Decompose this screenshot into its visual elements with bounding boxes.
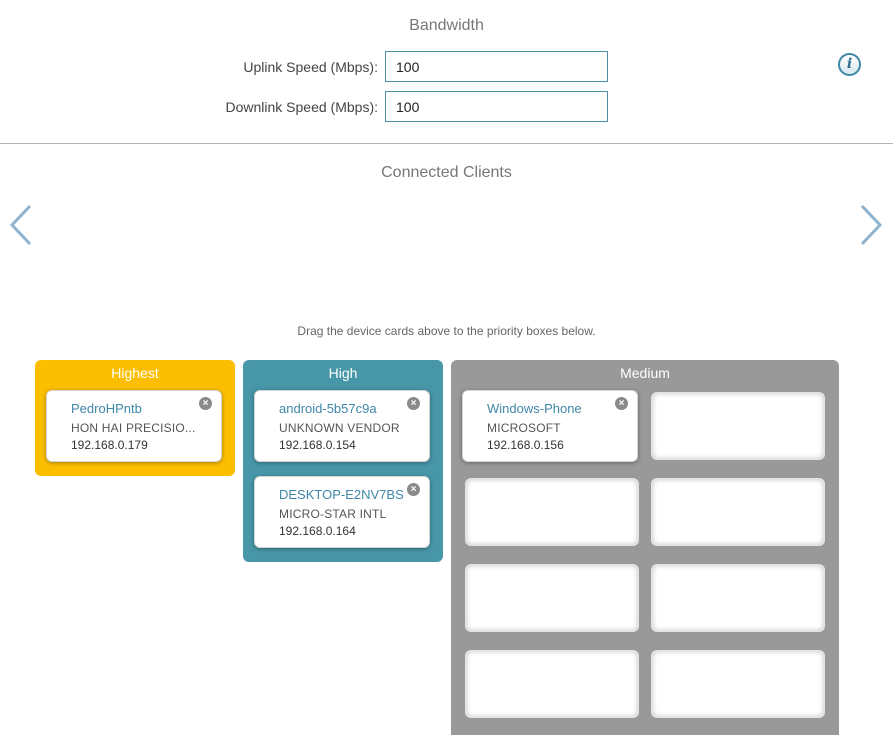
device-vendor: MICROSOFT: [487, 421, 561, 435]
priority-title-medium: Medium: [620, 365, 670, 381]
priority-title-highest: Highest: [111, 365, 159, 381]
info-icon[interactable]: i: [838, 53, 861, 76]
device-vendor: MICRO-STAR INTL: [279, 507, 387, 521]
priority-box-highest[interactable]: Highest PedroHPntb × HON HAI PRECISIO...…: [35, 360, 235, 476]
device-card[interactable]: DESKTOP-E2NV7BS × MICRO-STAR INTL 192.16…: [254, 476, 430, 548]
empty-slot[interactable]: [651, 478, 825, 546]
priority-box-medium[interactable]: Medium Windows-Phone × MICROSOFT 192.168…: [451, 360, 839, 735]
close-circle-icon[interactable]: ×: [199, 397, 212, 410]
empty-slot[interactable]: [651, 564, 825, 632]
downlink-speed-label: Downlink Speed (Mbps):: [225, 99, 378, 115]
device-ip: 192.168.0.156: [487, 438, 564, 452]
connected-clients-title: Connected Clients: [381, 164, 512, 181]
device-name: DESKTOP-E2NV7BS: [279, 487, 404, 502]
priority-box-high[interactable]: High android-5b57c9a × UNKNOWN VENDOR 19…: [243, 360, 443, 562]
device-vendor: HON HAI PRECISIO...: [71, 421, 196, 435]
downlink-speed-input[interactable]: [385, 91, 608, 122]
device-ip: 192.168.0.179: [71, 438, 148, 452]
chevron-left-icon[interactable]: [8, 203, 34, 247]
priority-title-high: High: [328, 365, 358, 381]
close-circle-icon[interactable]: ×: [407, 397, 420, 410]
close-circle-icon[interactable]: ×: [407, 483, 420, 496]
empty-slot[interactable]: [465, 478, 639, 546]
device-ip: 192.168.0.164: [279, 524, 356, 538]
device-name: Windows-Phone: [487, 401, 582, 416]
section-divider: [0, 143, 893, 144]
bandwidth-title: Bandwidth: [409, 17, 484, 34]
device-card[interactable]: PedroHPntb × HON HAI PRECISIO... 192.168…: [46, 390, 222, 462]
device-card[interactable]: Windows-Phone × MICROSOFT 192.168.0.156: [462, 390, 638, 462]
device-card[interactable]: android-5b57c9a × UNKNOWN VENDOR 192.168…: [254, 390, 430, 462]
device-name: android-5b57c9a: [279, 401, 377, 416]
empty-slot[interactable]: [465, 650, 639, 718]
chevron-right-icon[interactable]: [858, 203, 884, 247]
empty-slot[interactable]: [465, 564, 639, 632]
device-vendor: UNKNOWN VENDOR: [279, 421, 400, 435]
empty-slot[interactable]: [651, 650, 825, 718]
device-ip: 192.168.0.154: [279, 438, 356, 452]
device-name: PedroHPntb: [71, 401, 142, 416]
uplink-speed-label: Uplink Speed (Mbps):: [243, 59, 378, 75]
uplink-speed-input[interactable]: [385, 51, 608, 82]
close-circle-icon[interactable]: ×: [615, 397, 628, 410]
drag-hint: Drag the device cards above to the prior…: [297, 324, 596, 338]
empty-slot[interactable]: [651, 392, 825, 460]
